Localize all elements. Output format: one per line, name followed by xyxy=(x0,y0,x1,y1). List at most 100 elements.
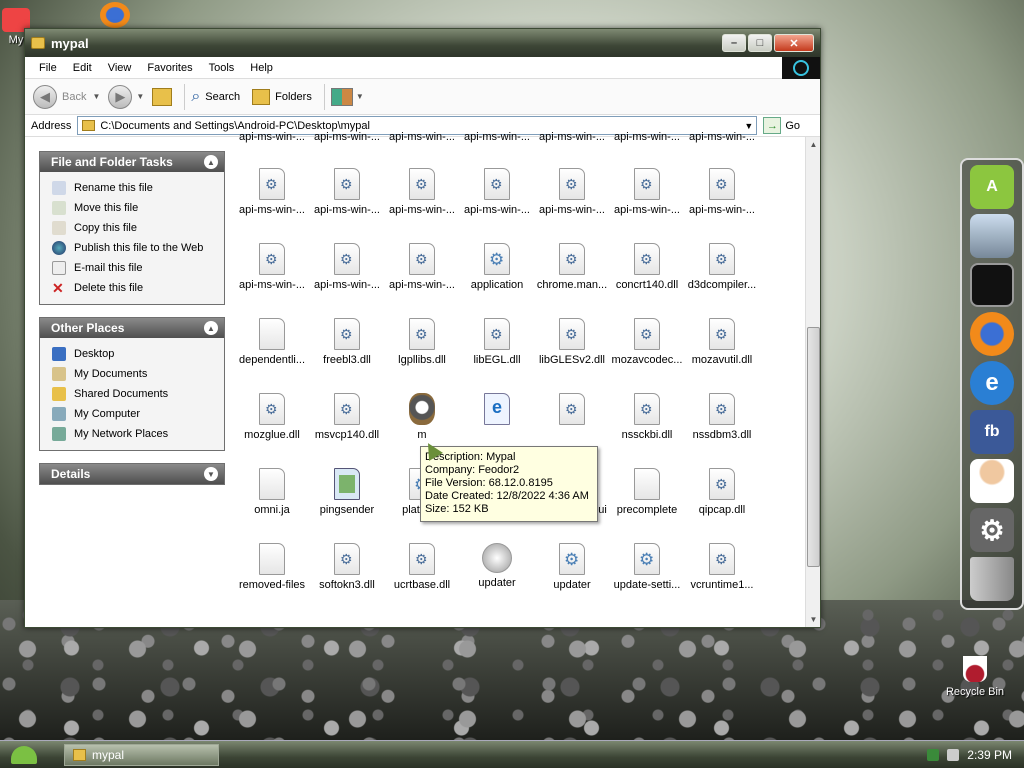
expand-chevron-icon[interactable]: ▼ xyxy=(204,467,218,481)
file-item[interactable]: updater xyxy=(460,543,534,589)
recycle-bin-icon[interactable]: Recycle Bin xyxy=(940,656,1010,698)
panel-header[interactable]: Details ▼ xyxy=(40,464,224,484)
file-item[interactable]: freebl3.dll xyxy=(310,318,384,366)
android-icon[interactable]: A xyxy=(970,165,1014,209)
forward-dropdown-icon[interactable]: ▼ xyxy=(136,92,144,101)
settings-gear-icon[interactable]: ⚙ xyxy=(970,508,1014,552)
file-item[interactable]: api-ms-win-... xyxy=(460,131,534,143)
computer-icon[interactable] xyxy=(970,214,1014,258)
internet-explorer-icon[interactable]: e xyxy=(970,361,1014,405)
menu-favorites[interactable]: Favorites xyxy=(139,62,200,74)
menu-help[interactable]: Help xyxy=(242,62,281,74)
file-item[interactable]: api-ms-win-... xyxy=(385,168,459,216)
views-icon[interactable] xyxy=(330,87,353,106)
file-item[interactable]: qipcap.dll xyxy=(685,468,759,516)
scroll-down-icon[interactable]: ▼ xyxy=(806,612,821,627)
minimize-button[interactable]: – xyxy=(722,34,746,52)
file-item[interactable]: ucrtbase.dll xyxy=(385,543,459,591)
file-item[interactable]: pingsender xyxy=(310,468,384,516)
menu-edit[interactable]: Edit xyxy=(65,62,100,74)
file-item[interactable]: mozglue.dll xyxy=(235,393,309,441)
go-button[interactable]: → Go xyxy=(763,117,800,134)
file-item[interactable]: api-ms-win-... xyxy=(235,168,309,216)
place-network[interactable]: My Network Places xyxy=(52,424,224,444)
panel-header[interactable]: File and Folder Tasks ▲ xyxy=(40,152,224,172)
file-item[interactable]: vcruntime1... xyxy=(685,543,759,591)
search-icon[interactable]: ⌕ xyxy=(191,88,200,106)
file-item[interactable]: lgpllibs.dll xyxy=(385,318,459,366)
file-item[interactable]: api-ms-win-... xyxy=(310,131,384,143)
place-my-documents[interactable]: My Documents xyxy=(52,364,224,384)
file-item[interactable]: api-ms-win-... xyxy=(385,243,459,291)
task-copy[interactable]: Copy this file xyxy=(52,218,224,238)
file-item[interactable]: precomplete xyxy=(610,468,684,516)
file-item[interactable]: api-ms-win-... xyxy=(535,131,609,143)
file-item[interactable]: api-ms-win-... xyxy=(685,168,759,216)
file-item[interactable]: api-ms-win-... xyxy=(535,168,609,216)
file-item[interactable] xyxy=(535,393,609,429)
file-item[interactable]: nssdbm3.dll xyxy=(685,393,759,441)
tablet-icon[interactable] xyxy=(970,263,1014,307)
task-rename[interactable]: Rename this file xyxy=(52,178,224,198)
up-folder-icon[interactable] xyxy=(152,87,173,106)
file-item[interactable]: omni.ja xyxy=(235,468,309,516)
scroll-thumb[interactable] xyxy=(807,327,820,567)
support-agent-icon[interactable] xyxy=(970,459,1014,503)
task-move[interactable]: Move this file xyxy=(52,198,224,218)
clock[interactable]: 2:39 PM xyxy=(967,748,1012,762)
firefox-desktop-icon[interactable] xyxy=(100,2,130,28)
task-delete[interactable]: ✕ Delete this file xyxy=(52,278,224,298)
file-item[interactable]: libGLESv2.dll xyxy=(535,318,609,366)
tray-volume-icon[interactable] xyxy=(947,748,960,761)
facebook-icon[interactable]: fb xyxy=(970,410,1014,454)
maximize-button[interactable]: □ xyxy=(748,34,772,52)
file-item[interactable]: msvcp140.dll xyxy=(310,393,384,441)
taskbar-window-mypal[interactable]: mypal xyxy=(64,743,219,766)
search-button-label[interactable]: Search xyxy=(205,91,240,103)
scroll-up-icon[interactable]: ▲ xyxy=(806,137,821,152)
file-item[interactable]: mozavcodec... xyxy=(610,318,684,366)
file-item[interactable]: m xyxy=(385,393,459,441)
menu-file[interactable]: File xyxy=(31,62,65,74)
vertical-scrollbar[interactable]: ▲ ▼ xyxy=(805,137,820,627)
file-item[interactable]: api-ms-win-... xyxy=(235,243,309,291)
task-publish[interactable]: Publish this file to the Web xyxy=(52,238,224,258)
file-item[interactable]: mozavutil.dll xyxy=(685,318,759,366)
collapse-chevron-icon[interactable]: ▲ xyxy=(204,155,218,169)
forward-arrow-icon[interactable]: ▶ xyxy=(108,84,133,109)
views-dropdown-icon[interactable]: ▼ xyxy=(356,92,364,101)
collapse-chevron-icon[interactable]: ▲ xyxy=(204,321,218,335)
file-item[interactable]: softokn3.dll xyxy=(310,543,384,591)
file-item[interactable]: update-setti... xyxy=(610,543,684,591)
file-item[interactable]: api-ms-win-... xyxy=(685,131,759,143)
file-item[interactable]: dependentli... xyxy=(235,318,309,366)
title-bar[interactable]: mypal – □ ✕ xyxy=(25,29,820,57)
back-arrow-icon[interactable]: ◀ xyxy=(33,84,57,109)
file-item[interactable] xyxy=(460,393,534,429)
file-item[interactable]: concrt140.dll xyxy=(610,243,684,291)
file-item[interactable]: application xyxy=(460,243,534,291)
file-item[interactable]: updater xyxy=(535,543,609,591)
panel-header[interactable]: Other Places ▲ xyxy=(40,318,224,338)
file-item[interactable]: api-ms-win-... xyxy=(310,243,384,291)
trash-icon[interactable] xyxy=(970,557,1014,601)
menu-view[interactable]: View xyxy=(100,62,140,74)
back-button-label[interactable]: Back xyxy=(62,91,86,103)
place-shared-documents[interactable]: Shared Documents xyxy=(52,384,224,404)
folders-icon[interactable] xyxy=(252,88,271,105)
close-button[interactable]: ✕ xyxy=(774,34,814,52)
place-desktop[interactable]: Desktop xyxy=(52,344,224,364)
file-item[interactable]: api-ms-win-... xyxy=(235,131,309,143)
start-button[interactable] xyxy=(0,741,48,768)
back-dropdown-icon[interactable]: ▼ xyxy=(92,92,100,101)
tray-network-icon[interactable] xyxy=(927,748,940,761)
file-item[interactable]: d3dcompiler... xyxy=(685,243,759,291)
file-item[interactable]: api-ms-win-... xyxy=(310,168,384,216)
file-item[interactable]: removed-files xyxy=(235,543,309,591)
folders-button-label[interactable]: Folders xyxy=(275,91,312,103)
address-dropdown-icon[interactable]: ▼ xyxy=(741,121,756,131)
file-item[interactable]: api-ms-win-... xyxy=(610,131,684,143)
task-email[interactable]: E-mail this file xyxy=(52,258,224,278)
file-item[interactable]: api-ms-win-... xyxy=(460,168,534,216)
file-item[interactable]: libEGL.dll xyxy=(460,318,534,366)
